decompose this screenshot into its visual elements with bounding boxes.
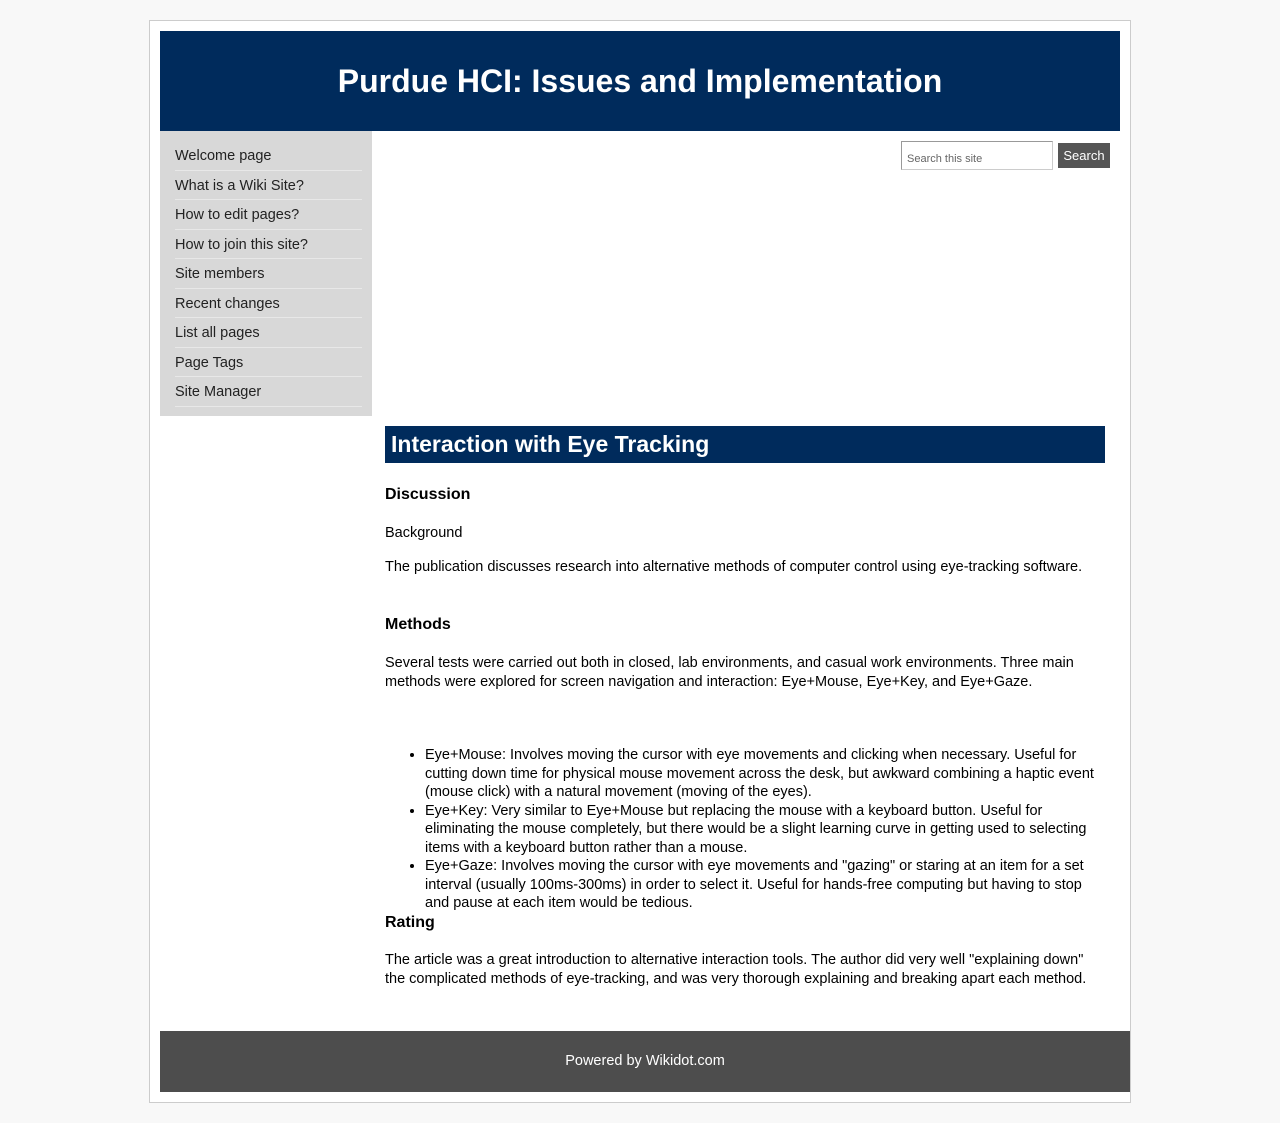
methods-heading: Methods: [385, 616, 451, 633]
rating-paragraph: The article was a great introduction to …: [385, 952, 1087, 987]
background-paragraph: The publication discusses research into …: [385, 559, 1083, 575]
sidebar-link-how-to-join[interactable]: How to join this site?: [175, 237, 308, 253]
sidebar-item: How to join this site?: [175, 230, 362, 259]
sidebar-link-list-all-pages[interactable]: List all pages: [175, 325, 260, 341]
site-title-link[interactable]: Purdue HCI: Issues and Implementation: [338, 64, 943, 98]
sidebar-link-recent-changes[interactable]: Recent changes: [175, 296, 280, 312]
sidebar-item: Recent changes: [175, 289, 362, 318]
rating-heading: Rating: [385, 914, 435, 931]
sidebar-item: Site members: [175, 259, 362, 289]
sidebar-item: How to edit pages?: [175, 200, 362, 230]
site-footer: Powered by Wikidot.com: [160, 1031, 1130, 1092]
sidebar-link-page-tags[interactable]: Page Tags: [175, 355, 243, 371]
sidebar-item: Welcome page: [175, 141, 362, 171]
background-heading: Background: [385, 525, 463, 541]
sidebar-item: What is a Wiki Site?: [175, 171, 362, 200]
discussion-heading: Discussion: [385, 486, 471, 503]
page-title: Interaction with Eye Tracking: [385, 426, 1105, 463]
sidebar-link-welcome-page[interactable]: Welcome page: [175, 148, 271, 164]
sidebar-item: Page Tags: [175, 348, 362, 377]
page-container: Purdue HCI: Issues and Implementation We…: [149, 20, 1131, 1103]
methods-paragraph: Several tests were carried out both in c…: [385, 655, 1074, 690]
site-header: Purdue HCI: Issues and Implementation: [160, 31, 1120, 131]
search-input[interactable]: [901, 141, 1053, 170]
sidebar-nav: Welcome page What is a Wiki Site? How to…: [160, 131, 372, 407]
list-item-eye-mouse: Eye+Mouse: Involves moving the cursor wi…: [425, 746, 1107, 802]
methods-list: Eye+Mouse: Involves moving the cursor wi…: [411, 746, 1107, 913]
sidebar-item: List all pages: [175, 318, 362, 348]
search-button[interactable]: Search: [1058, 143, 1110, 168]
sidebar-link-site-manager[interactable]: Site Manager: [175, 384, 261, 400]
sidebar-link-what-is-wiki[interactable]: What is a Wiki Site?: [175, 178, 304, 194]
powered-by-link[interactable]: Powered by Wikidot.com: [565, 1053, 725, 1070]
sidebar-link-how-to-edit[interactable]: How to edit pages?: [175, 207, 299, 223]
sidebar: Welcome page What is a Wiki Site? How to…: [160, 131, 372, 416]
list-item-eye-key: Eye+Key: Very similar to Eye+Mouse but r…: [425, 802, 1107, 858]
sidebar-link-site-members[interactable]: Site members: [175, 266, 264, 282]
list-item-eye-gaze: Eye+Gaze: Involves moving the cursor wit…: [425, 857, 1107, 913]
sidebar-item: Site Manager: [175, 377, 362, 407]
main-content: Interaction with Eye Tracking Discussion…: [385, 426, 1105, 987]
